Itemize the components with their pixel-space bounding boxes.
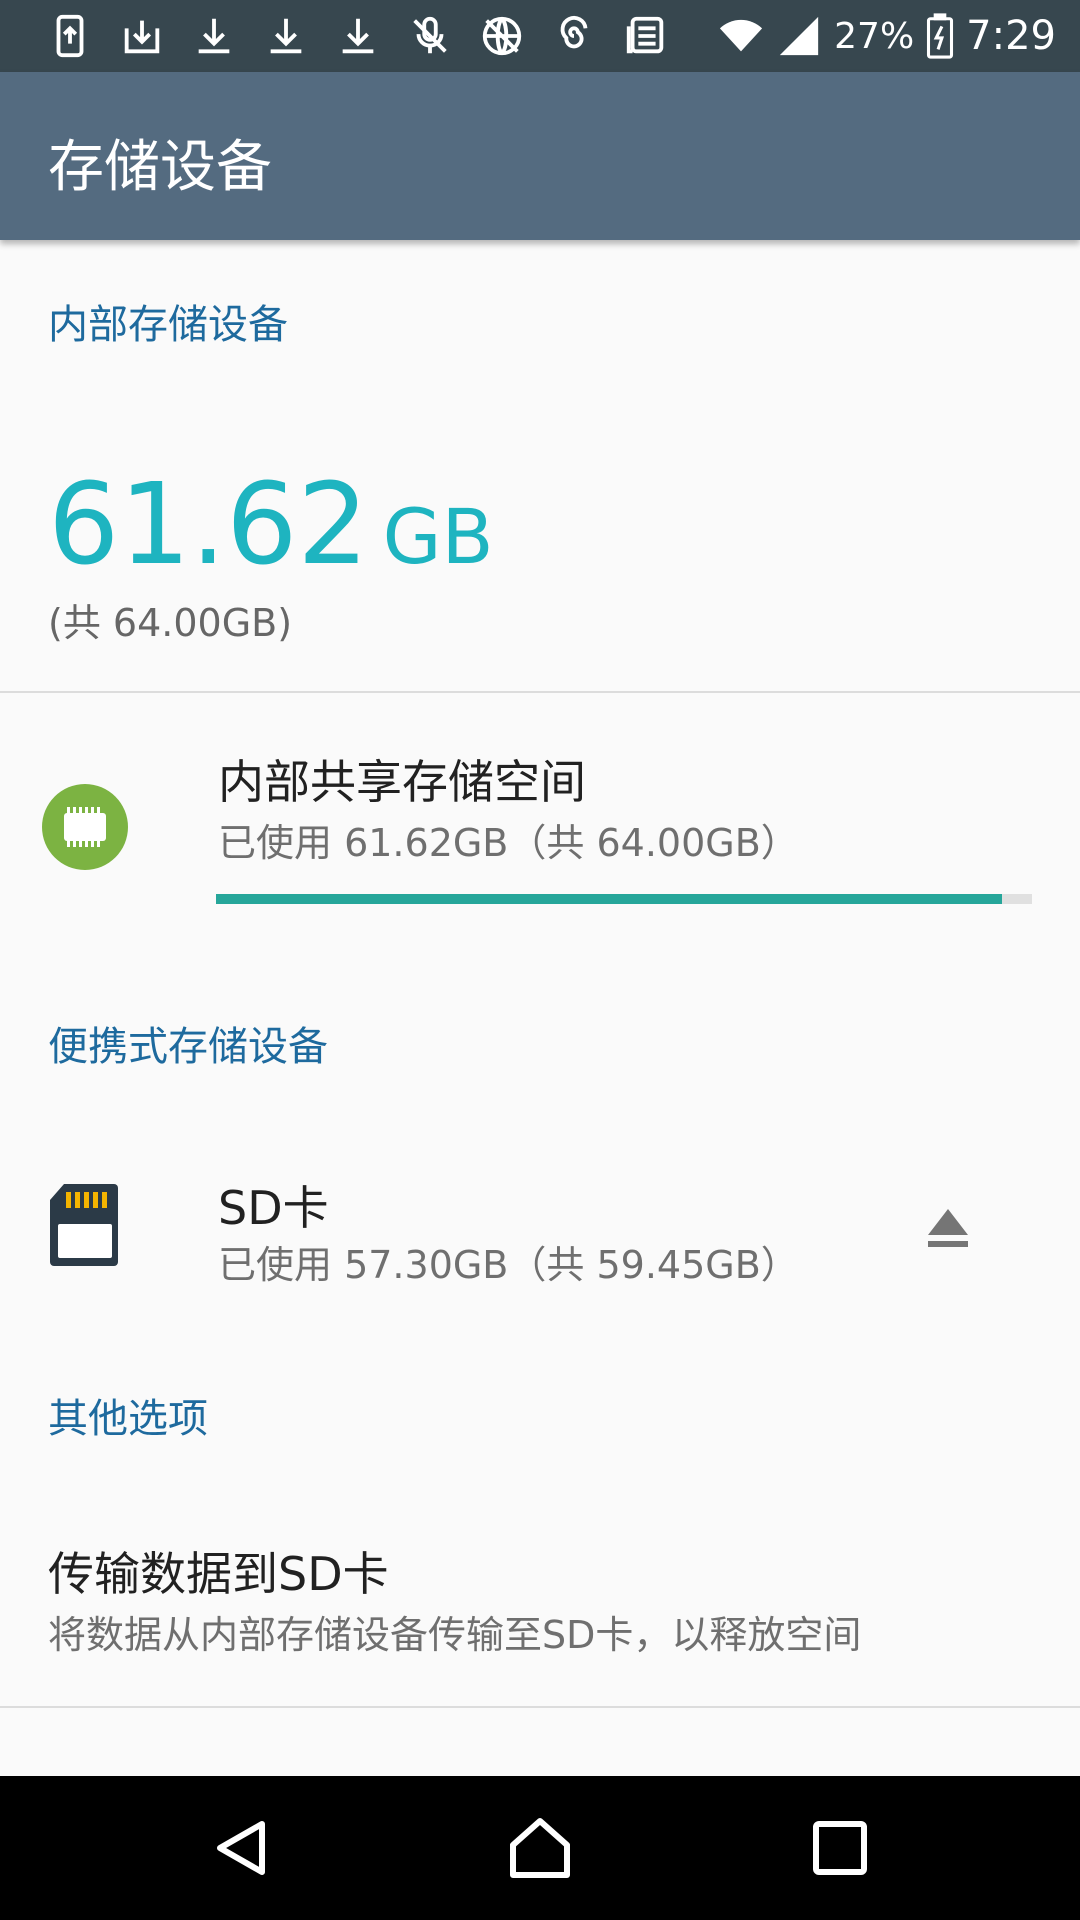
battery-percent: 27%	[834, 15, 915, 57]
section-header-portable: 便携式存储设备	[48, 1024, 328, 1070]
battery-icon	[926, 13, 954, 59]
status-bar: 27% 7:29	[0, 0, 1080, 72]
transfer-title: 传输数据到SD卡	[48, 1547, 389, 1601]
sd-card-usage: 已使用 57.30GB（共 59.45GB）	[218, 1243, 799, 1287]
eject-button[interactable]	[918, 1198, 978, 1258]
internal-shared-title: 内部共享存储空间	[218, 755, 586, 809]
eject-icon	[928, 1209, 968, 1247]
download-icon	[106, 0, 178, 72]
sd-card-icon	[50, 1184, 118, 1266]
recents-button[interactable]	[800, 1808, 880, 1888]
home-icon	[510, 1818, 570, 1878]
back-icon	[217, 1821, 265, 1875]
internal-shared-usage: 已使用 61.62GB（共 64.00GB）	[218, 821, 799, 865]
app-bar: 存储设备	[0, 72, 1080, 240]
divider	[0, 1706, 1080, 1708]
transfer-description: 将数据从内部存储设备传输至SD卡，以释放空间	[48, 1613, 862, 1657]
navigation-bar	[0, 1776, 1080, 1920]
storage-progress-fill	[216, 894, 1002, 904]
notification-icons	[34, 0, 682, 72]
internal-total: (共 64.00GB)	[48, 601, 293, 645]
clock: 7:29	[966, 13, 1056, 59]
download-icon	[178, 0, 250, 72]
download-icon	[322, 0, 394, 72]
section-header-other: 其他选项	[48, 1396, 208, 1442]
screen: 27% 7:29 存储设备 内部存储设备 61.62 GB (共 64.00GB)	[0, 0, 1080, 1920]
storage-list[interactable]: 内部存储设备 61.62 GB (共 64.00GB) 内部共享存储空间 已使用 …	[0, 240, 1080, 1776]
wifi-icon	[718, 13, 764, 59]
signal-icon	[776, 13, 822, 59]
memory-chip-icon	[42, 784, 128, 870]
used-unit: GB	[382, 492, 494, 581]
recents-icon	[813, 1821, 867, 1875]
spiral-icon	[538, 0, 610, 72]
page-title: 存储设备	[48, 135, 272, 200]
download-icon	[250, 0, 322, 72]
internal-used-summary: 61.62 GB	[48, 460, 494, 590]
back-button[interactable]	[202, 1808, 282, 1888]
home-button[interactable]	[500, 1808, 580, 1888]
mic-off-icon	[394, 0, 466, 72]
divider	[0, 691, 1080, 693]
used-value: 61.62	[48, 460, 369, 590]
system-icons: 27% 7:29	[706, 13, 1056, 59]
sd-card-title: SD卡	[218, 1181, 329, 1235]
storage-progress-bar	[216, 894, 1032, 904]
section-header-internal: 内部存储设备	[48, 302, 288, 348]
upload-icon	[34, 0, 106, 72]
globe-off-icon	[466, 0, 538, 72]
news-icon	[610, 0, 682, 72]
